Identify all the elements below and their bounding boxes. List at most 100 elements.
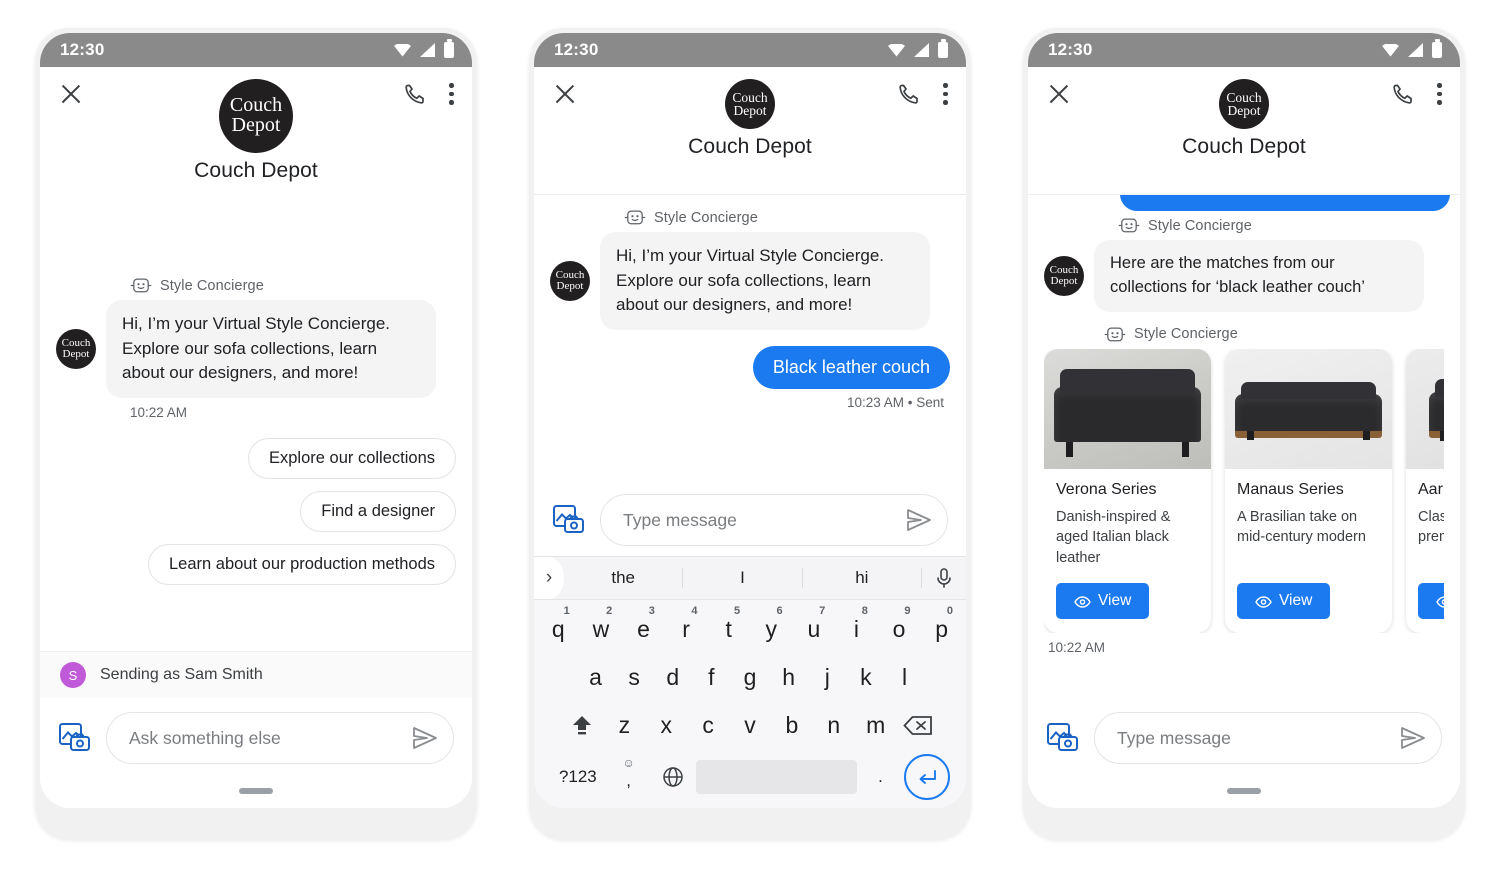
gallery-camera-icon[interactable] (1046, 722, 1080, 754)
key-e[interactable]: 3e (623, 605, 664, 648)
suggestion-the[interactable]: the (564, 568, 684, 588)
key-h[interactable]: h (770, 658, 807, 696)
robot-icon (130, 277, 152, 294)
key-c[interactable]: c (688, 706, 728, 744)
key-s[interactable]: s (616, 658, 653, 696)
key-v[interactable]: v (730, 706, 770, 744)
status-icon-group (394, 39, 454, 58)
message-input-wrap[interactable] (106, 712, 454, 764)
key-u[interactable]: 7u (794, 605, 835, 648)
message-input[interactable] (1117, 727, 1399, 749)
sending-as-label: Sending as Sam Smith (100, 666, 263, 683)
key-x[interactable]: x (646, 706, 686, 744)
key-g[interactable]: g (732, 658, 769, 696)
message-input-wrap[interactable] (1094, 712, 1442, 764)
sending-as-bar[interactable]: S Sending as Sam Smith (40, 651, 472, 698)
bot-message-timestamp: 10:22 AM (130, 404, 188, 420)
key-o[interactable]: 9o (879, 605, 920, 648)
space-key[interactable] (696, 760, 858, 794)
period-key[interactable]: . (859, 758, 901, 796)
enter-key[interactable] (903, 754, 950, 800)
battery-icon (938, 39, 948, 58)
key-l[interactable]: l (886, 658, 923, 696)
product-title: Verona Series (1056, 480, 1157, 498)
product-image (1406, 348, 1444, 469)
language-key[interactable] (652, 758, 694, 796)
symbols-key[interactable]: ?123 (550, 758, 605, 796)
view-button[interactable]: View (1237, 582, 1331, 619)
message-input[interactable] (623, 509, 905, 531)
brand-logo-line2: Depot (733, 103, 767, 118)
microphone-icon[interactable] (922, 567, 966, 589)
brand-logo-line2: Depot (1227, 103, 1261, 118)
view-button[interactable]: View (1418, 582, 1444, 619)
key-r[interactable]: 4r (666, 605, 707, 648)
key-n[interactable]: n (814, 706, 854, 744)
bot-message-row: Couch Depot Hi, I’m your Virtual Style C… (56, 300, 456, 398)
close-icon[interactable] (552, 81, 578, 107)
key-p[interactable]: 0p (921, 605, 962, 648)
message-input-wrap[interactable] (600, 494, 948, 546)
send-icon[interactable] (411, 725, 439, 751)
key-w[interactable]: 2w (581, 605, 622, 648)
chip-find-designer[interactable]: Find a designer (300, 490, 456, 532)
phone3-status-bar: 12:30 (1028, 33, 1460, 67)
send-icon[interactable] (1399, 725, 1427, 751)
key-a[interactable]: a (577, 658, 614, 696)
key-q[interactable]: 1q (538, 605, 579, 648)
key-f[interactable]: f (693, 658, 730, 696)
eye-icon (1436, 595, 1444, 608)
emoji-comma-key[interactable]: ☺ , (607, 756, 649, 796)
phone2-header-right (897, 82, 948, 106)
gallery-camera-icon[interactable] (552, 504, 586, 536)
suggestion-hi[interactable]: hi (803, 568, 922, 588)
product-carousel[interactable]: Verona Series Danish-inspired & aged Ita… (1044, 348, 1444, 633)
key-t-num: 5 (733, 605, 741, 617)
brand-title: Couch Depot (688, 135, 812, 158)
key-j[interactable]: j (809, 658, 846, 696)
message-input[interactable] (129, 727, 411, 749)
phone3-screen: 12:30 Couch Depot Couch Depot Style Conc… (1028, 33, 1460, 808)
more-options-icon[interactable] (943, 82, 948, 106)
more-options-icon[interactable] (1437, 82, 1442, 106)
send-icon[interactable] (905, 507, 933, 533)
key-i[interactable]: 8i (836, 605, 877, 648)
user-message-status: 10:23 AM • Sent (846, 394, 944, 410)
home-indicator[interactable] (1227, 788, 1261, 794)
status-clock: 12:30 (1048, 40, 1093, 59)
shift-key[interactable] (562, 706, 602, 744)
home-indicator[interactable] (239, 788, 273, 794)
bot-message-bubble: Hi, I’m your Virtual Style Concierge. Ex… (600, 232, 930, 330)
chip-production-methods[interactable]: Learn about our production methods (147, 543, 456, 585)
key-b[interactable]: b (772, 706, 812, 744)
battery-icon (444, 39, 454, 58)
key-q-num: 1 (563, 605, 570, 617)
cell-signal-icon (420, 43, 435, 57)
backspace-key[interactable] (898, 706, 938, 744)
product-card[interactable]: Verona Series Danish-inspired & aged Ita… (1044, 348, 1211, 633)
close-icon[interactable] (58, 81, 84, 107)
chip-explore-collections[interactable]: Explore our collections (248, 437, 456, 479)
gallery-camera-icon[interactable] (58, 722, 92, 754)
view-button[interactable]: View (1056, 582, 1150, 619)
key-t[interactable]: 5t (708, 605, 749, 648)
key-k[interactable]: k (848, 658, 885, 696)
bot-sender-name: Style Concierge (654, 209, 758, 226)
key-z[interactable]: z (604, 706, 644, 744)
chevron-right-icon[interactable]: › (534, 557, 564, 599)
key-y-label: y (765, 615, 778, 642)
key-r-label: r (682, 615, 690, 642)
phone-icon[interactable] (897, 82, 921, 106)
product-card[interactable]: Aarhau Classic wooder premiur View (1406, 348, 1444, 633)
suggestion-i[interactable]: I (683, 568, 803, 588)
key-y[interactable]: 6y (751, 605, 792, 648)
key-d[interactable]: d (654, 658, 691, 696)
phone-icon[interactable] (403, 82, 427, 106)
more-options-icon[interactable] (449, 82, 454, 106)
close-icon[interactable] (1046, 81, 1072, 107)
bot-avatar: Couch Depot (56, 328, 96, 369)
product-card[interactable]: Manaus Series A Brasilian take on mid-ce… (1225, 348, 1392, 633)
phone3-header-right (1391, 82, 1442, 106)
key-m[interactable]: m (856, 706, 896, 744)
phone-icon[interactable] (1391, 82, 1415, 106)
